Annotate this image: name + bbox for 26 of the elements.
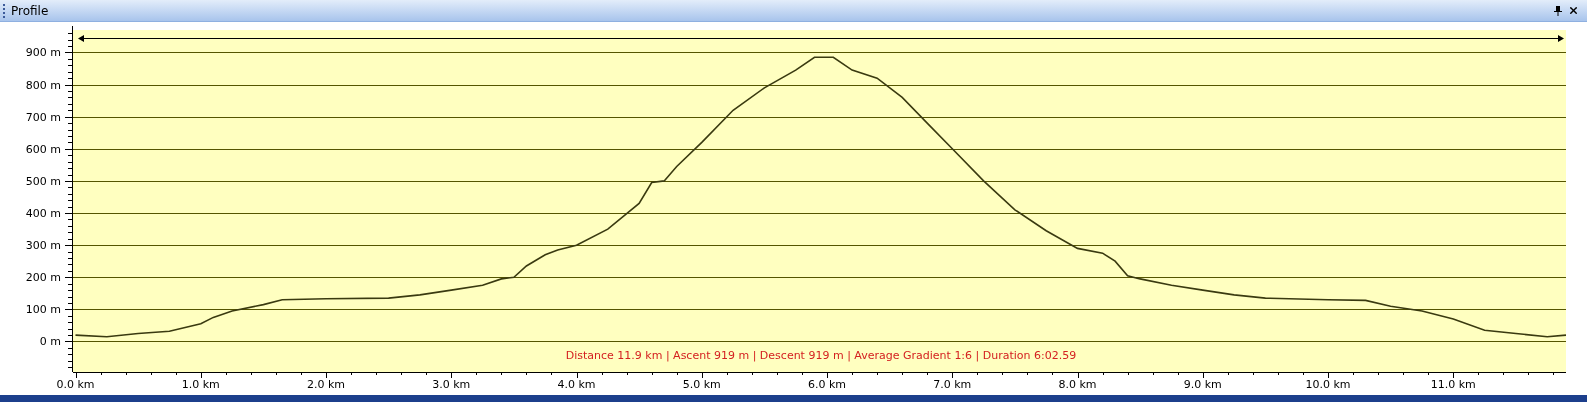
x-tick-label: 7.0 km — [933, 378, 972, 391]
y-tick-label: 200 m — [25, 271, 61, 285]
x-tick-label: 9.0 km — [1183, 378, 1222, 391]
x-tick-label: 0.0 km — [56, 378, 95, 391]
x-tick-label: 3.0 km — [432, 378, 471, 391]
window-title: Profile — [11, 2, 49, 20]
y-tick-label: 600 m — [25, 142, 61, 156]
x-tick-label: 4.0 km — [557, 378, 596, 391]
x-tick-label: 5.0 km — [682, 378, 721, 391]
y-tick-label: 500 m — [25, 174, 61, 188]
close-icon[interactable] — [1568, 5, 1579, 16]
x-tick-label: 8.0 km — [1058, 378, 1097, 391]
route-summary: Distance 11.9 km | Ascent 919 m | Descent 919 m | Average Gradient 1:6 | Duration 6:02.59 — [565, 349, 1077, 362]
y-tick-label: 100 m — [25, 303, 61, 317]
y-tick-label: 400 m — [25, 207, 61, 221]
y-tick-label: 800 m — [25, 78, 61, 92]
x-tick-label: 1.0 km — [181, 378, 220, 391]
pin-icon[interactable] — [1554, 5, 1562, 16]
y-tick-label: 700 m — [25, 110, 61, 124]
y-tick-label: 0 m — [39, 335, 61, 349]
x-tick-label: 10.0 km — [1305, 378, 1351, 391]
y-tick-label: 900 m — [25, 46, 61, 60]
x-tick-label: 2.0 km — [306, 378, 346, 391]
x-tick-label: 11.0 km — [1430, 378, 1476, 391]
y-tick-label: 300 m — [25, 239, 61, 253]
x-tick-label: 6.0 km — [807, 378, 847, 391]
